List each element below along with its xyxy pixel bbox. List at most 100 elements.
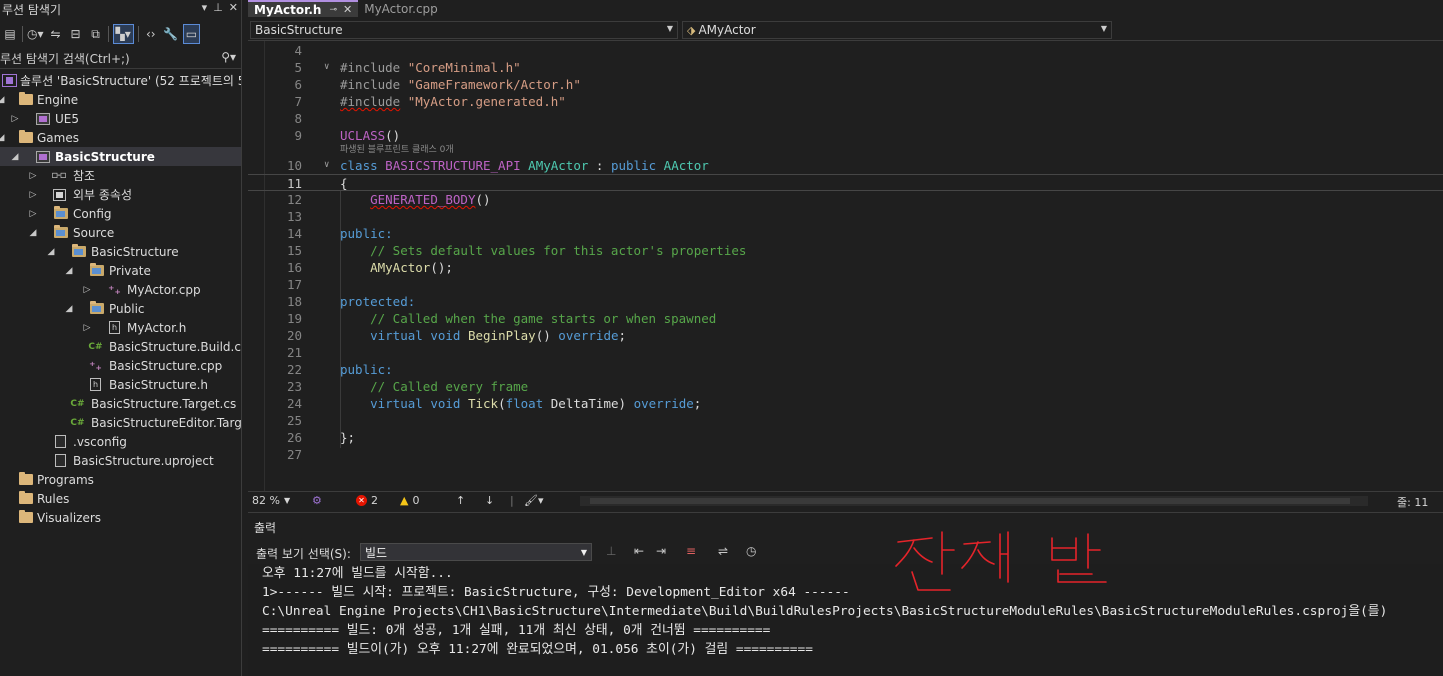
folder-icon [18, 130, 33, 145]
collapse-arrow-icon[interactable]: ▷ [28, 171, 38, 181]
code-text: #include "CoreMinimal.h" [340, 60, 521, 75]
pin-icon[interactable]: ⊸ [329, 5, 337, 15]
collapse-arrow-icon[interactable]: ▷ [82, 323, 92, 333]
collapse-arrow-icon[interactable]: ▷ [28, 190, 38, 200]
codelens-hint[interactable]: 파생된 블루프린트 클래스 0개 [340, 145, 454, 155]
tree-item-visualizers[interactable]: Visualizers [0, 508, 241, 527]
health-icon[interactable]: ⚙ [312, 494, 322, 507]
cpp-file-icon: ⁺₊ [108, 282, 121, 297]
scrollbar-thumb[interactable] [590, 498, 1350, 504]
tab-myactor-cpp[interactable]: MyActor.cpp [358, 0, 444, 17]
solution-explorer-title-bar: 루션 탐색기 ▾ ⊥ ✕ [0, 0, 241, 19]
history-icon[interactable]: ◷▾ [27, 24, 44, 44]
pin-icon[interactable]: ⊥ [213, 1, 223, 14]
output-source-dropdown[interactable]: 빌드 ▼ [360, 543, 592, 561]
warning-count[interactable]: ▲ 0 [400, 494, 419, 507]
code-text: public: [340, 362, 393, 377]
next-message-icon[interactable]: ⇥ [656, 544, 666, 558]
filter-folder-icon [53, 225, 68, 240]
find-message-icon[interactable]: ⊥ [606, 544, 616, 558]
solution-search-label: 루션 탐색기 검색(Ctrl+;) [0, 52, 130, 66]
expand-arrow-icon[interactable]: ◢ [64, 304, 74, 314]
line-column-indicator[interactable]: 줄: 11 [1397, 494, 1428, 510]
tree-item-rules[interactable]: Rules [0, 489, 241, 508]
tree-item-references[interactable]: ▷ ▫-▫ 참조 [0, 166, 241, 185]
error-count[interactable]: ✕ 2 [356, 494, 378, 507]
tree-item-programs[interactable]: Programs [0, 470, 241, 489]
line-number: 5 [294, 60, 302, 75]
tree-item-myactor-cpp[interactable]: ▷ ⁺₊ MyActor.cpp [0, 280, 241, 299]
expand-arrow-icon[interactable]: ◢ [28, 228, 38, 238]
tree-item-basicstructure-h[interactable]: h BasicStructure.h [0, 375, 241, 394]
toolbar-separator [22, 26, 23, 42]
code-text: class BASICSTRUCTURE_API AMyActor : publ… [340, 158, 709, 173]
toolbar-separator [137, 26, 139, 42]
dropdown-arrow-icon[interactable]: ▾ [202, 1, 208, 14]
expand-arrow-icon[interactable]: ◢ [0, 133, 6, 143]
collapse-arrow-icon[interactable]: ▷ [10, 114, 20, 124]
tree-item-basicstructure-cpp[interactable]: ⁺₊ BasicStructure.cpp [0, 356, 241, 375]
tree-item-myactor-h[interactable]: ▷ h MyActor.h [0, 318, 241, 337]
close-icon[interactable]: ✕ [229, 1, 238, 14]
clear-all-icon[interactable]: ≡ [686, 544, 696, 558]
code-line: 21 [248, 344, 1443, 361]
cleanup-brush-icon[interactable]: 🖌▾ [524, 494, 544, 507]
tree-item-config[interactable]: ▷ Config [0, 204, 241, 223]
expand-arrow-icon[interactable]: ◢ [46, 247, 56, 257]
tree-item-ue5[interactable]: ▷ UE5 [0, 109, 241, 128]
wrench-icon[interactable]: 🔧 [163, 24, 179, 44]
next-issue-button[interactable]: ↓ [485, 494, 494, 507]
line-number: 15 [286, 243, 302, 258]
expand-arrow-icon[interactable]: ◢ [10, 152, 20, 162]
tree-item-build-cs[interactable]: C# BasicStructure.Build.cs [0, 337, 241, 356]
tree-item-vsconfig[interactable]: .vsconfig [0, 432, 241, 451]
previous-message-icon[interactable]: ⇤ [634, 544, 644, 558]
preview-icon[interactable]: ▭ [182, 24, 201, 44]
tree-item-uproject[interactable]: BasicStructure.uproject [0, 451, 241, 470]
code-text: AMyActor(); [370, 260, 453, 275]
code-view-icon[interactable]: ‹› [143, 24, 159, 44]
horizontal-scrollbar[interactable] [580, 496, 1368, 506]
code-line: 13 [248, 208, 1443, 225]
code-line: 7 #include "MyActor.generated.h" [248, 93, 1443, 110]
collapse-arrow-icon[interactable]: ▷ [28, 209, 38, 219]
tree-item-basicstructure-folder[interactable]: ◢ BasicStructure [0, 242, 241, 261]
properties-icon[interactable]: ▤ [2, 24, 18, 44]
filter-folder-icon [71, 244, 86, 259]
tree-item-label: BasicStructureEditor.Target.c [91, 415, 242, 430]
tree-item-label: 참조 [73, 169, 96, 183]
collapse-arrow-icon[interactable]: ▷ [82, 285, 92, 295]
word-wrap-icon[interactable]: ⇌ [718, 544, 728, 558]
filter-icon[interactable]: ▚▾ [112, 24, 134, 44]
document-icon [53, 435, 68, 449]
fold-chevron-icon[interactable]: ∨ [324, 59, 334, 76]
code-editor[interactable]: 4 5 ∨ #include "CoreMinimal.h" 6 #includ… [248, 41, 1443, 491]
expand-arrow-icon[interactable]: ◢ [64, 266, 74, 276]
solution-search-box[interactable]: 루션 탐색기 검색(Ctrl+;) ⚲▾ [0, 49, 241, 69]
fold-chevron-icon[interactable]: ∨ [324, 157, 334, 174]
tree-item-external-dependencies[interactable]: ▷ 외부 종속성 [0, 185, 241, 204]
tree-item-target-cs[interactable]: C# BasicStructure.Target.cs [0, 394, 241, 413]
project-dropdown[interactable]: BasicStructure ▼ [250, 21, 678, 39]
search-icon[interactable]: ⚲▾ [221, 50, 236, 64]
expand-arrow-icon[interactable]: ◢ [0, 95, 6, 105]
previous-issue-button[interactable]: ↑ [456, 494, 465, 507]
copy-icon[interactable]: ⧉ [88, 24, 104, 44]
scope-dropdown[interactable]: ⬗ AMyActor ▼ [682, 21, 1112, 39]
tree-item-basicstructure-project[interactable]: ◢ BasicStructure [0, 147, 241, 166]
tree-item-public[interactable]: ◢ Public [0, 299, 241, 318]
close-icon[interactable]: ✕ [343, 3, 352, 16]
tree-item-engine[interactable]: ◢ Engine [0, 90, 241, 109]
output-text-area[interactable]: 오후 11:27에 빌드를 시작함... 1>------ 빌드 시작: 프로젝… [248, 564, 1443, 676]
tree-item-label: Visualizers [37, 510, 102, 525]
tree-item-private[interactable]: ◢ Private [0, 261, 241, 280]
tree-item-games[interactable]: ◢ Games [0, 128, 241, 147]
tab-myactor-h[interactable]: MyActor.h ⊸ ✕ [248, 0, 359, 17]
zoom-dropdown[interactable]: 82 % ▼ [252, 494, 290, 507]
sync-icon[interactable]: ⇋ [48, 24, 64, 44]
collapse-all-icon[interactable]: ⊟ [68, 24, 84, 44]
tree-item-source[interactable]: ◢ Source [0, 223, 241, 242]
tree-item-editor-target-cs[interactable]: C# BasicStructureEditor.Target.c [0, 413, 242, 432]
clock-icon[interactable]: ◷ [746, 544, 756, 558]
tree-item-solution[interactable]: 솔루션 'BasicStructure' (52 프로젝트의 5 [0, 71, 241, 90]
